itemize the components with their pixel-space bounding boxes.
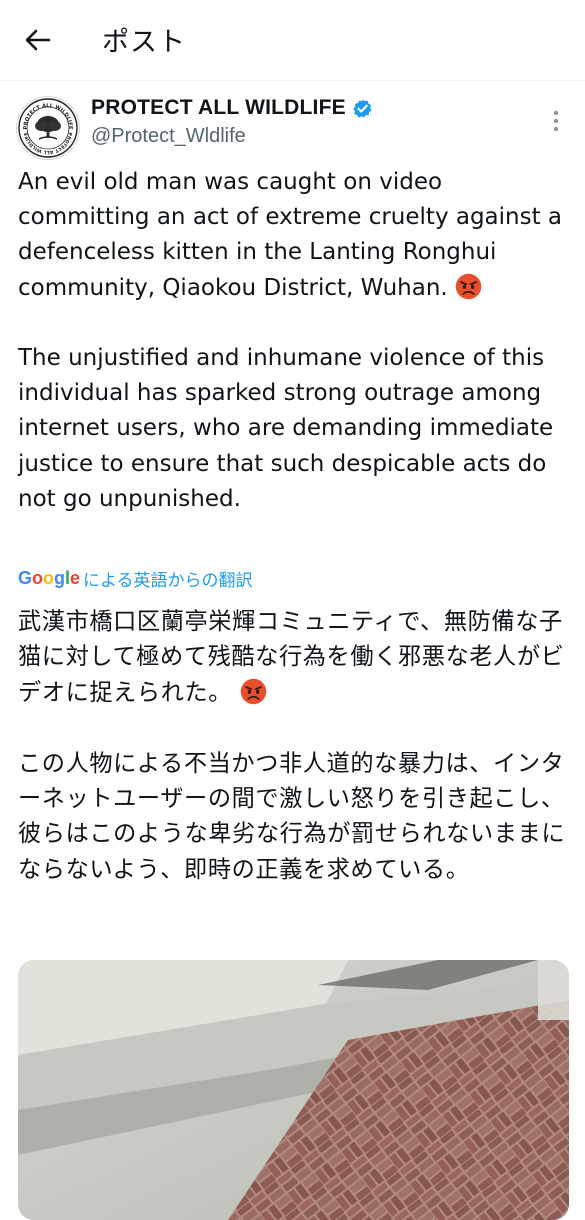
angry-face-emoji-icon [240, 678, 267, 705]
wildlife-seal-logo: PROTECT ALL WILDLIFE PROTECT ALL WILDLIF… [18, 98, 78, 158]
translation-attribution[interactable]: Google による英語からの翻訳 [18, 566, 253, 591]
more-vertical-icon [553, 110, 559, 132]
page-title: ポスト [102, 27, 186, 58]
author-handle[interactable]: @Protect_Wldlife [91, 125, 246, 148]
arrow-left-icon [25, 29, 51, 51]
back-button[interactable] [18, 22, 58, 58]
translated-text: 武漢市橋口区蘭亭栄輝コミュニティで、無防備な子猫に対して極めて残酷な行為を働く邪… [18, 604, 578, 887]
translated-paragraph-2: この人物による不当かつ非人道的な暴力は、インターネットユーザーの間で激しい怒りを… [18, 749, 566, 883]
angry-face-emoji-icon [455, 273, 482, 299]
post-paragraph-2: The unjustified and inhumane violence of… [18, 345, 561, 512]
translated-paragraph-1: 武漢市橋口区蘭亭栄輝コミュニティで、無防備な子猫に対して極めて残酷な行為を働く邪… [18, 608, 565, 706]
google-logo: Google [18, 568, 81, 588]
more-options-button[interactable] [543, 106, 569, 136]
author-name[interactable]: PROTECT ALL WILDLIFE [91, 96, 346, 120]
post-media-video[interactable] [18, 960, 569, 1220]
translation-label[interactable]: による英語からの翻訳 [83, 566, 253, 591]
post-paragraph-1: An evil old man was caught on video comm… [18, 169, 570, 301]
top-bar: ポスト [0, 0, 585, 81]
avatar[interactable]: PROTECT ALL WILDLIFE PROTECT ALL WILDLIF… [16, 96, 80, 160]
author-name-row[interactable]: PROTECT ALL WILDLIFE [91, 96, 373, 120]
verified-badge-icon [353, 98, 372, 118]
post-text: An evil old man was caught on video comm… [18, 165, 574, 517]
video-thumbnail [18, 960, 569, 1220]
